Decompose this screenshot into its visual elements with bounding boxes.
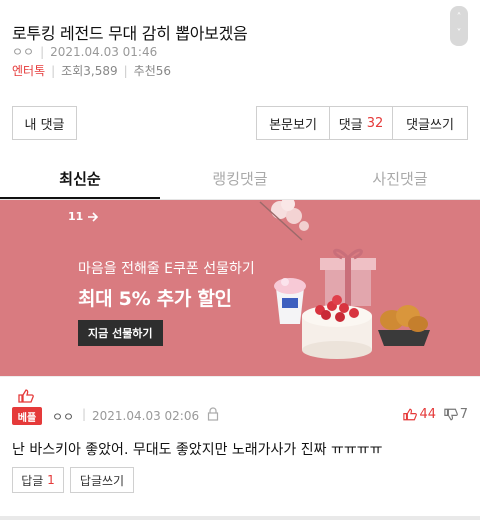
ad-logo-text: 11 bbox=[68, 210, 84, 223]
thumbs-down-icon bbox=[444, 408, 458, 421]
reply-label: 답글 bbox=[21, 473, 44, 488]
comment-item: 베플 ㅇㅇ | 2021.04.03 02:06 44 7 난 바스키아 좋았어… bbox=[0, 376, 480, 520]
divider: | bbox=[51, 63, 56, 78]
comment-sort-tabs: 최신순 랭킹댓글 사진댓글 bbox=[0, 160, 480, 200]
view-body-button[interactable]: 본문보기 bbox=[256, 106, 330, 140]
report-icon[interactable] bbox=[206, 407, 220, 421]
ad-subtitle: 마음을 전해줄 E쿠폰 선물하기 bbox=[78, 261, 255, 277]
reply-count: 1 bbox=[47, 473, 55, 487]
post-date: 2021.04.03 01:46 bbox=[50, 44, 158, 59]
tab-ranking[interactable]: 랭킹댓글 bbox=[160, 160, 320, 199]
chevron-up-icon: ˄ bbox=[456, 12, 462, 23]
ad-cta-button[interactable]: 지금 선물하기 bbox=[78, 320, 163, 346]
category-link[interactable]: 엔터톡 bbox=[12, 62, 45, 79]
divider: | bbox=[40, 44, 45, 59]
article-title: 로투킹 레전드 무대 감히 뽑아보겠음 bbox=[12, 24, 248, 43]
author-name[interactable]: ㅇㅇ bbox=[12, 43, 34, 60]
best-comment-badge: 베플 bbox=[12, 407, 42, 425]
gift-illustration bbox=[259, 200, 430, 359]
comment-date: 2021.04.03 02:06 bbox=[92, 409, 200, 423]
ad-banner[interactable]: 11 마음을 전해줄 E쿠폰 선물하기 최대 5% 추가 할인 지금 선물하기 bbox=[0, 200, 480, 376]
write-reply-button[interactable]: 답글쓰기 bbox=[70, 467, 134, 493]
tab-latest[interactable]: 최신순 bbox=[0, 160, 160, 199]
reply-button[interactable]: 답글 1 bbox=[12, 467, 64, 493]
like-count: 44 bbox=[419, 407, 436, 422]
ice-cream-icon bbox=[274, 278, 306, 324]
recommend-count: 추천56 bbox=[133, 64, 172, 78]
dislike-count: 7 bbox=[459, 407, 468, 422]
article-meta-stats: 엔터톡 | 조회3,589 | 추천56 bbox=[12, 62, 171, 79]
comments-label: 댓글 bbox=[338, 117, 363, 133]
divider bbox=[0, 516, 480, 520]
tab-photo[interactable]: 사진댓글 bbox=[320, 160, 480, 199]
thumbs-up-icon bbox=[18, 389, 34, 403]
view-count: 조회3,589 bbox=[61, 64, 118, 78]
ad-title: 최대 5% 추가 할인 bbox=[78, 288, 232, 310]
logo-arrow-icon bbox=[88, 212, 99, 222]
divider: | bbox=[82, 407, 87, 421]
divider: | bbox=[123, 63, 128, 78]
like-button[interactable]: 44 bbox=[403, 407, 436, 422]
article-meta-author: ㅇㅇ | 2021.04.03 01:46 bbox=[12, 43, 157, 60]
cherry-blossom-icon bbox=[259, 200, 309, 241]
thumbs-up-icon bbox=[403, 408, 418, 421]
ad-logo: 11 bbox=[68, 210, 99, 223]
chevron-down-icon: ˅ bbox=[456, 28, 462, 39]
write-comment-button[interactable]: 댓글쓰기 bbox=[392, 106, 468, 140]
scroll-toggle[interactable]: ˄ ˅ bbox=[450, 6, 468, 46]
comment-author[interactable]: ㅇㅇ bbox=[52, 408, 74, 425]
comments-button[interactable]: 댓글 32 bbox=[329, 106, 393, 140]
my-comments-button[interactable]: 내 댓글 bbox=[12, 106, 77, 140]
fried-chicken-icon bbox=[378, 305, 430, 346]
dislike-button[interactable]: 7 bbox=[444, 407, 468, 422]
comments-count: 32 bbox=[366, 115, 384, 131]
gift-box-icon bbox=[320, 248, 376, 306]
comment-text: 난 바스키아 좋았어. 무대도 좋았지만 노래가사가 진짜 ㅠㅠㅠㅠ bbox=[12, 442, 383, 458]
